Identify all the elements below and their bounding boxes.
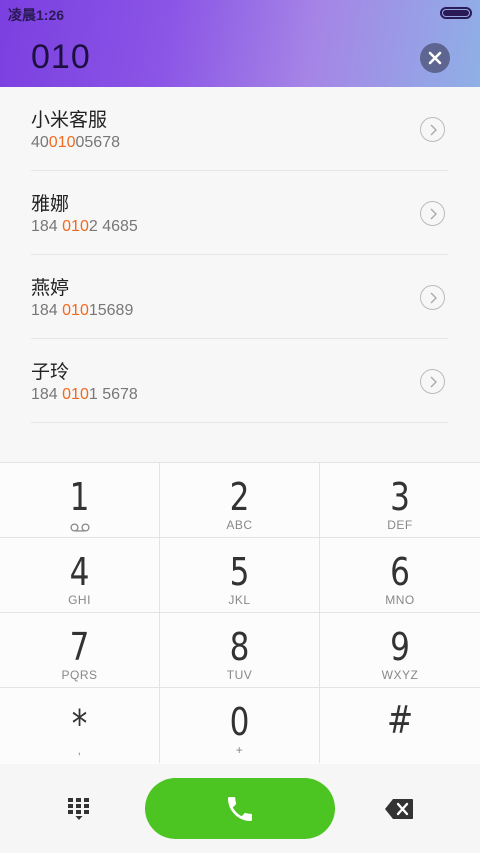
- chevron-right-icon: [430, 376, 437, 387]
- call-button[interactable]: [145, 778, 335, 839]
- key-3[interactable]: 3 DEF: [320, 463, 480, 538]
- key-2[interactable]: 2 ABC: [160, 463, 320, 538]
- key-5[interactable]: 5 JKL: [160, 538, 320, 613]
- contact-row[interactable]: 雅娜 184 0102 4685: [31, 171, 448, 255]
- key-letters: ,: [77, 743, 82, 757]
- bottom-bar: [0, 764, 480, 853]
- close-icon: [428, 51, 442, 65]
- contact-number: 184 0102 4685: [31, 218, 138, 235]
- key-digit: 0: [229, 700, 250, 744]
- contact-detail-button[interactable]: [420, 369, 445, 394]
- contact-row[interactable]: 燕婷 184 01015689: [31, 255, 448, 339]
- key-hash[interactable]: #: [320, 688, 480, 763]
- contact-row[interactable]: 小米客服 4001005678: [31, 87, 448, 171]
- key-digit: 4: [69, 550, 90, 594]
- key-digit: *: [71, 702, 88, 746]
- contact-number: 4001005678: [31, 134, 120, 151]
- key-8[interactable]: 8 TUV: [160, 613, 320, 688]
- chevron-right-icon: [430, 292, 437, 303]
- key-digit: 9: [390, 625, 410, 669]
- contact-number: 184 0101 5678: [31, 386, 138, 403]
- key-7[interactable]: 7 PQRS: [0, 613, 160, 688]
- key-9[interactable]: 9 WXYZ: [320, 613, 480, 688]
- contact-name: 小米客服: [31, 110, 108, 131]
- contact-name: 雅娜: [31, 194, 70, 215]
- key-letters: MNO: [385, 593, 415, 607]
- battery-icon: [440, 7, 472, 19]
- contact-detail-button[interactable]: [420, 117, 445, 142]
- dialpad-icon: [68, 798, 89, 820]
- contact-number: 184 01015689: [31, 302, 134, 319]
- key-digit: 7: [69, 625, 90, 669]
- key-digit: #: [386, 698, 414, 742]
- key-letters: JKL: [228, 593, 251, 607]
- key-star[interactable]: * ,: [0, 688, 160, 763]
- key-letters: +: [235, 743, 244, 757]
- key-digit: 6: [390, 550, 410, 594]
- phone-icon: [228, 796, 252, 821]
- contact-row[interactable]: 子玲 184 0101 5678: [31, 339, 448, 423]
- key-letters: PQRS: [61, 668, 98, 682]
- chevron-right-icon: [430, 124, 437, 135]
- key-letters: WXYZ: [381, 668, 419, 682]
- contact-name: 子玲: [31, 362, 70, 383]
- chevron-right-icon: [430, 208, 437, 219]
- key-letters: TUV: [226, 668, 253, 682]
- dial-keypad: 1 2 ABC 3 DEF 4 GHI 5 JKL 6 MNO 7 PQRS 8…: [0, 462, 480, 764]
- voicemail-icon: [69, 523, 90, 532]
- key-digit: 8: [229, 625, 250, 669]
- key-letters: DEF: [387, 518, 413, 532]
- key-digit: 1: [69, 475, 90, 519]
- key-4[interactable]: 4 GHI: [0, 538, 160, 613]
- key-6[interactable]: 6 MNO: [320, 538, 480, 613]
- key-digit: 2: [229, 475, 250, 519]
- contact-detail-button[interactable]: [420, 201, 445, 226]
- dialer-header: 凌晨1:26 010: [0, 0, 480, 87]
- dialed-number[interactable]: 010: [31, 38, 91, 77]
- contact-detail-button[interactable]: [420, 285, 445, 310]
- backspace-button[interactable]: [384, 798, 414, 820]
- contact-name: 燕婷: [31, 278, 70, 299]
- dialpad-toggle-button[interactable]: [66, 797, 92, 821]
- status-time: 凌晨1:26: [8, 7, 65, 23]
- key-1[interactable]: 1: [0, 463, 160, 538]
- key-digit: 3: [390, 475, 410, 519]
- key-0[interactable]: 0 +: [160, 688, 320, 763]
- key-digit: 5: [229, 550, 250, 594]
- clear-button[interactable]: [420, 43, 450, 73]
- key-letters: GHI: [68, 593, 91, 607]
- backspace-icon: [385, 799, 413, 819]
- key-letters: ABC: [226, 518, 253, 532]
